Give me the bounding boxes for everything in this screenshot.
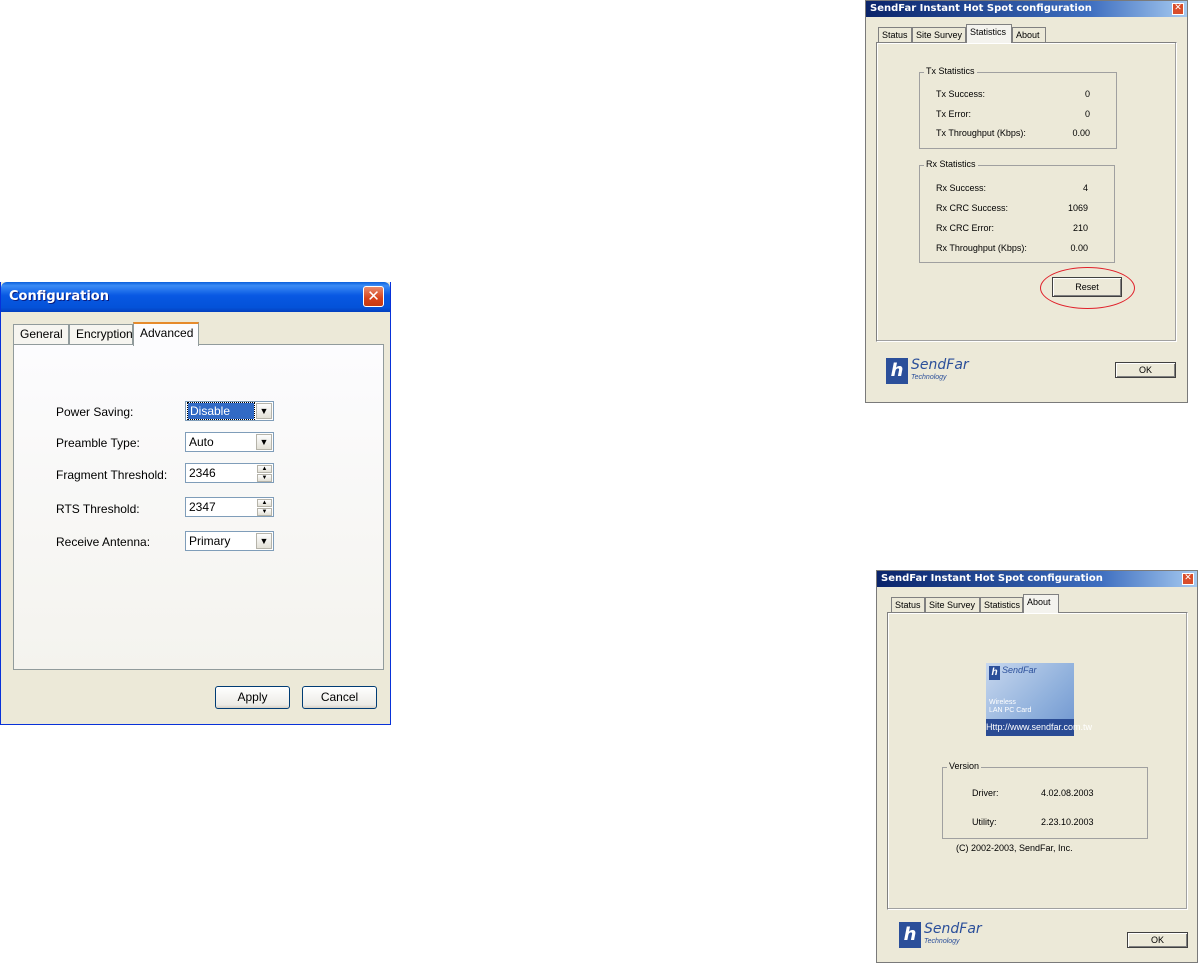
rx-success-value: 4 bbox=[1082, 183, 1088, 193]
rx-crc-success-label: Rx CRC Success: bbox=[936, 203, 1009, 213]
receive-antenna-label: Receive Antenna: bbox=[56, 535, 151, 549]
power-saving-value: Disable bbox=[187, 402, 255, 420]
close-button[interactable]: ✕ bbox=[1182, 573, 1194, 585]
spin-down-icon[interactable]: ▼ bbox=[257, 474, 272, 482]
tx-throughput-label: Tx Throughput (Kbps): bbox=[936, 128, 1026, 138]
rx-throughput-label: Rx Throughput (Kbps): bbox=[936, 243, 1027, 253]
tab-general[interactable]: General bbox=[13, 324, 69, 344]
advanced-panel: Power Saving: Disable ▼ Preamble Type: A… bbox=[13, 344, 384, 670]
receive-antenna-value: Primary bbox=[189, 534, 231, 548]
rx-success-label: Rx Success: bbox=[936, 183, 987, 193]
rx-crc-success-value: 1069 bbox=[1067, 203, 1088, 213]
fragment-threshold-label: Fragment Threshold: bbox=[56, 468, 168, 482]
power-saving-dropdown[interactable]: Disable ▼ bbox=[185, 401, 274, 421]
chevron-down-icon[interactable]: ▼ bbox=[256, 533, 272, 549]
tab-site-survey[interactable]: Site Survey bbox=[912, 27, 966, 43]
rts-threshold-stepper[interactable]: 2347 ▲ ▼ bbox=[185, 497, 274, 517]
card-line1: Wireless bbox=[989, 699, 1016, 706]
utility-label: Utility: bbox=[972, 817, 997, 827]
tx-error-label: Tx Error: bbox=[936, 109, 971, 119]
cancel-button[interactable]: Cancel bbox=[302, 686, 377, 709]
tab-about[interactable]: About bbox=[1012, 27, 1046, 43]
tab-encryption[interactable]: Encryption bbox=[69, 324, 133, 344]
logo-mark: h bbox=[989, 666, 1000, 680]
rts-threshold-label: RTS Threshold: bbox=[56, 502, 140, 516]
power-saving-label: Power Saving: bbox=[56, 405, 134, 419]
statistics-panel: Tx Statistics Tx Success: 0 Tx Error: 0 … bbox=[876, 42, 1177, 342]
rts-threshold-value: 2347 bbox=[189, 500, 216, 514]
sendfar-logo: h SendFar Technology bbox=[886, 356, 969, 386]
close-button[interactable]: ✕ bbox=[1172, 3, 1184, 15]
preamble-type-dropdown[interactable]: Auto ▼ bbox=[185, 432, 274, 452]
logo-mark: h bbox=[899, 922, 921, 948]
tab-about[interactable]: About bbox=[1023, 594, 1059, 613]
statistics-window: SendFar Instant Hot Spot configuration ✕… bbox=[865, 0, 1188, 403]
rx-throughput-value: 0.00 bbox=[1070, 243, 1088, 253]
spin-down-icon[interactable]: ▼ bbox=[257, 508, 272, 516]
rx-crc-error-value: 210 bbox=[1072, 223, 1088, 233]
apply-button[interactable]: Apply bbox=[215, 686, 290, 709]
chevron-down-icon[interactable]: ▼ bbox=[256, 403, 272, 419]
chevron-down-icon[interactable]: ▼ bbox=[256, 434, 272, 450]
tx-error-value: 0 bbox=[1084, 109, 1090, 119]
version-group: Version Driver: 4.02.08.2003 Utility: 2.… bbox=[942, 761, 1148, 839]
driver-label: Driver: bbox=[972, 788, 999, 798]
rx-group-label: Rx Statistics bbox=[924, 159, 978, 169]
fragment-threshold-stepper[interactable]: 2346 ▲ ▼ bbox=[185, 463, 274, 483]
window-title[interactable]: SendFar Instant Hot Spot configuration ✕ bbox=[877, 571, 1197, 587]
utility-value: 2.23.10.2003 bbox=[1041, 817, 1094, 827]
about-window: SendFar Instant Hot Spot configuration ✕… bbox=[876, 570, 1198, 963]
spin-up-icon[interactable]: ▲ bbox=[257, 465, 272, 473]
rx-statistics-group: Rx Statistics Rx Success: 4 Rx CRC Succe… bbox=[919, 159, 1115, 263]
tab-status[interactable]: Status bbox=[891, 597, 925, 613]
window-title: Configuration bbox=[9, 289, 109, 304]
preamble-type-value: Auto bbox=[189, 435, 214, 449]
close-button[interactable]: ✕ bbox=[363, 286, 384, 307]
fragment-threshold-value: 2346 bbox=[189, 466, 216, 480]
tab-status[interactable]: Status bbox=[878, 27, 912, 43]
pc-card-image: h SendFar Wireless LAN PC Card Http://ww… bbox=[986, 663, 1092, 736]
driver-value: 4.02.08.2003 bbox=[1041, 788, 1094, 798]
ok-button[interactable]: OK bbox=[1115, 362, 1176, 378]
window-title-text: SendFar Instant Hot Spot configuration bbox=[881, 573, 1103, 584]
sendfar-logo: h SendFar Technology bbox=[899, 920, 982, 950]
logo-sub: Technology bbox=[911, 374, 947, 381]
rx-crc-error-label: Rx CRC Error: bbox=[936, 223, 994, 233]
ok-button[interactable]: OK bbox=[1127, 932, 1188, 948]
logo-sub: Technology bbox=[924, 938, 960, 945]
receive-antenna-dropdown[interactable]: Primary ▼ bbox=[185, 531, 274, 551]
tab-site-survey[interactable]: Site Survey bbox=[925, 597, 980, 613]
tx-throughput-value: 0.00 bbox=[1072, 128, 1090, 138]
configuration-window: Configuration ✕ General Encryption Advan… bbox=[0, 282, 391, 725]
version-group-label: Version bbox=[947, 761, 982, 771]
preamble-type-label: Preamble Type: bbox=[56, 436, 140, 450]
copyright-text: (C) 2002-2003, SendFar, Inc. bbox=[956, 843, 1073, 853]
window-title-text: SendFar Instant Hot Spot configuration bbox=[870, 3, 1092, 14]
tx-statistics-group: Tx Statistics Tx Success: 0 Tx Error: 0 … bbox=[919, 66, 1117, 149]
card-brand: SendFar bbox=[1002, 665, 1037, 675]
title-bar[interactable]: Configuration ✕ bbox=[1, 282, 390, 312]
card-line2: LAN PC Card bbox=[989, 707, 1032, 714]
tx-group-label: Tx Statistics bbox=[924, 66, 977, 76]
tab-statistics[interactable]: Statistics bbox=[980, 597, 1023, 613]
window-title[interactable]: SendFar Instant Hot Spot configuration ✕ bbox=[866, 1, 1187, 17]
tab-advanced[interactable]: Advanced bbox=[133, 322, 199, 346]
tx-success-label: Tx Success: bbox=[936, 89, 986, 99]
logo-name: SendFar bbox=[924, 921, 982, 937]
tab-statistics[interactable]: Statistics bbox=[966, 24, 1012, 43]
reset-highlight-circle bbox=[1040, 267, 1135, 309]
website-link[interactable]: Http://www.sendfar.com.tw bbox=[986, 719, 1092, 736]
spin-up-icon[interactable]: ▲ bbox=[257, 499, 272, 507]
logo-name: SendFar bbox=[911, 357, 969, 373]
tx-success-value: 0 bbox=[1084, 89, 1090, 99]
logo-mark: h bbox=[886, 358, 908, 384]
about-panel: h SendFar Wireless LAN PC Card Http://ww… bbox=[887, 612, 1188, 910]
